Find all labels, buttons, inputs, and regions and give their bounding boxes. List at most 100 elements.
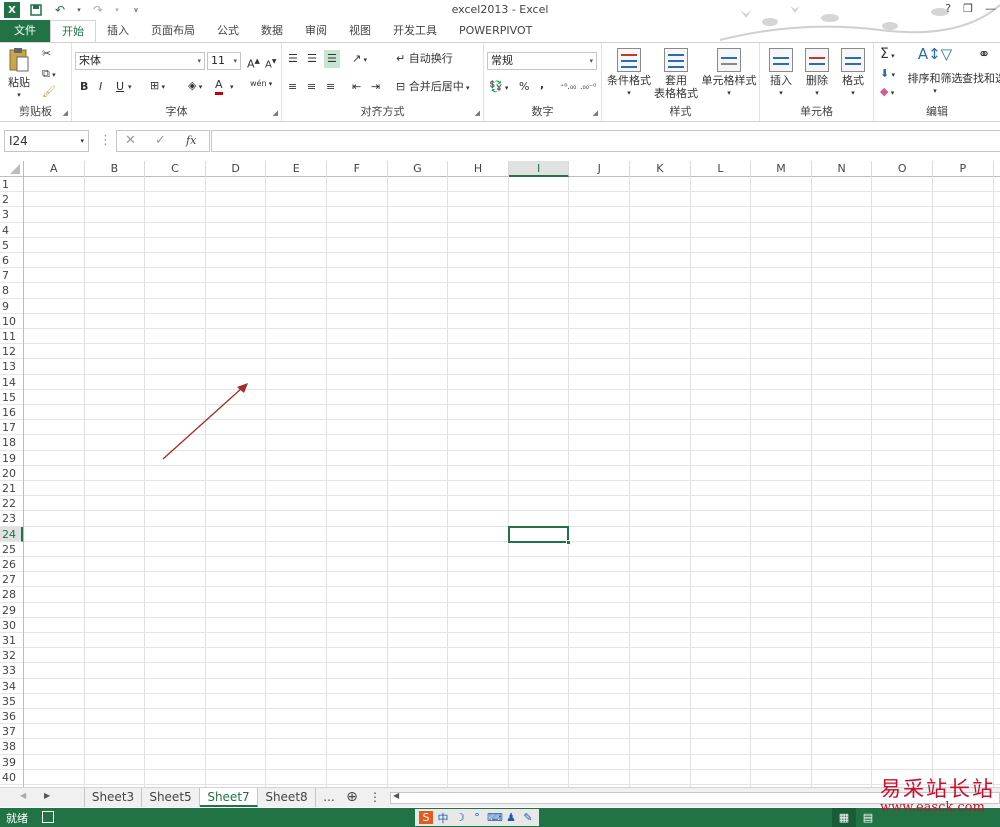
- cells-area[interactable]: [24, 177, 1000, 787]
- row-header-20[interactable]: 20: [0, 466, 23, 481]
- tab-review[interactable]: 审阅: [294, 20, 338, 42]
- tab-powerpivot[interactable]: POWERPIVOT: [448, 20, 543, 42]
- page-layout-view-icon[interactable]: ▤: [856, 808, 880, 827]
- row-header-17[interactable]: 17: [0, 420, 23, 436]
- format-as-table-button[interactable]: 套用 表格格式: [654, 48, 698, 100]
- row-header-8[interactable]: 8: [0, 283, 23, 299]
- insert-function-icon[interactable]: fx: [186, 134, 196, 147]
- sheet-tab-sheet8[interactable]: Sheet8: [258, 788, 316, 807]
- add-sheet-icon[interactable]: ⊕: [342, 788, 362, 807]
- fill-handle[interactable]: [566, 539, 572, 545]
- merge-center-button[interactable]: ⊟ 合并后居中 ▾: [396, 80, 469, 95]
- row-header-39[interactable]: 39: [0, 755, 23, 770]
- column-header-e[interactable]: E: [266, 161, 327, 177]
- row-header-21[interactable]: 21: [0, 481, 23, 497]
- row-header-19[interactable]: 19: [0, 451, 23, 466]
- row-header-15[interactable]: 15: [0, 390, 23, 405]
- column-header-m[interactable]: M: [751, 161, 812, 177]
- column-header-g[interactable]: G: [388, 161, 449, 177]
- cell-styles-button[interactable]: 单元格样式 ▾: [700, 48, 758, 100]
- row-header-34[interactable]: 34: [0, 679, 23, 694]
- column-header-b[interactable]: B: [85, 161, 146, 177]
- column-header-d[interactable]: D: [206, 161, 267, 177]
- row-header-25[interactable]: 25: [0, 542, 23, 557]
- row-header-16[interactable]: 16: [0, 405, 23, 421]
- paste-button[interactable]: 粘贴 ▾: [4, 47, 34, 102]
- number-launcher-icon[interactable]: ◢: [593, 109, 598, 117]
- number-format-dropdown[interactable]: 常规 ▾: [487, 52, 597, 70]
- normal-view-icon[interactable]: ▦: [832, 808, 856, 827]
- clear-icon[interactable]: ◆ ▾: [880, 85, 894, 100]
- row-header-37[interactable]: 37: [0, 724, 23, 740]
- autosum-button[interactable]: Σ ▾: [880, 47, 895, 63]
- column-header-k[interactable]: K: [630, 161, 691, 177]
- more-sheets-button[interactable]: ...: [318, 788, 340, 807]
- column-header-o[interactable]: O: [872, 161, 933, 177]
- row-header-28[interactable]: 28: [0, 587, 23, 603]
- fill-color-icon[interactable]: ◈ ▾: [188, 79, 202, 94]
- decrease-decimal-icon[interactable]: .₀₀⁻⁰: [580, 80, 596, 94]
- copy-icon[interactable]: ⧉ ▾: [42, 67, 56, 82]
- row-header-9[interactable]: 9: [0, 299, 23, 314]
- row-header-26[interactable]: 26: [0, 557, 23, 573]
- row-header-29[interactable]: 29: [0, 603, 23, 618]
- row-header-30[interactable]: 30: [0, 618, 23, 633]
- row-header-3[interactable]: 3: [0, 207, 23, 223]
- align-bottom-icon[interactable]: ☰: [324, 50, 340, 68]
- ime-moon-icon[interactable]: ☽: [453, 811, 467, 824]
- row-header-32[interactable]: 32: [0, 648, 23, 664]
- formula-input[interactable]: [211, 130, 1000, 152]
- column-header-p[interactable]: P: [933, 161, 994, 177]
- insert-cells-button[interactable]: 插入 ▾: [764, 48, 798, 100]
- row-header-4[interactable]: 4: [0, 223, 23, 238]
- increase-indent-icon[interactable]: ⇥: [371, 80, 380, 94]
- decrease-indent-icon[interactable]: ⇤: [352, 80, 361, 94]
- row-header-10[interactable]: 10: [0, 314, 23, 329]
- row-header-31[interactable]: 31: [0, 633, 23, 649]
- column-header-i[interactable]: I: [508, 161, 570, 177]
- align-middle-icon[interactable]: ☰: [307, 52, 317, 66]
- wrap-text-button[interactable]: ↵ 自动换行: [396, 52, 453, 66]
- row-header-2[interactable]: 2: [0, 192, 23, 208]
- prev-sheet-icon[interactable]: ◀: [20, 791, 26, 800]
- cut-icon[interactable]: ✂: [42, 47, 51, 61]
- tab-data[interactable]: 数据: [250, 20, 294, 42]
- column-header-j[interactable]: J: [569, 161, 630, 177]
- row-header-11[interactable]: 11: [0, 329, 23, 345]
- border-icon[interactable]: ⊞ ▾: [150, 79, 165, 94]
- column-header-f[interactable]: F: [327, 161, 388, 177]
- font-color-button[interactable]: A: [215, 78, 223, 95]
- percent-button[interactable]: %: [519, 80, 529, 94]
- next-sheet-icon[interactable]: ▶: [44, 791, 50, 800]
- tab-insert[interactable]: 插入: [96, 20, 140, 42]
- row-header-13[interactable]: 13: [0, 359, 23, 375]
- row-header-33[interactable]: 33: [0, 663, 23, 679]
- column-header-l[interactable]: L: [691, 161, 752, 177]
- scroll-left-icon[interactable]: ◀: [393, 791, 399, 800]
- tab-split-grip-icon[interactable]: ⋮: [368, 788, 382, 807]
- column-header-c[interactable]: C: [145, 161, 206, 177]
- row-header-18[interactable]: 18: [0, 435, 23, 451]
- row-header-38[interactable]: 38: [0, 739, 23, 755]
- ime-chinese-icon[interactable]: 中: [436, 810, 450, 826]
- row-header-24[interactable]: 24: [0, 526, 23, 542]
- underline-button[interactable]: U: [116, 80, 124, 94]
- bold-button[interactable]: B: [80, 80, 88, 94]
- font-color-dropdown-icon[interactable]: ▾: [230, 80, 234, 94]
- align-right-icon[interactable]: ≡: [326, 80, 335, 94]
- italic-button[interactable]: I: [99, 80, 102, 94]
- tab-page-layout[interactable]: 页面布局: [140, 20, 206, 42]
- tab-formulas[interactable]: 公式: [206, 20, 250, 42]
- column-header-n[interactable]: N: [812, 161, 873, 177]
- phonetic-icon[interactable]: wén ▾: [250, 77, 272, 91]
- row-header-27[interactable]: 27: [0, 572, 23, 588]
- row-header-22[interactable]: 22: [0, 496, 23, 512]
- sheet-tab-sheet3[interactable]: Sheet3: [84, 788, 142, 807]
- name-box[interactable]: I24 ▾: [4, 130, 89, 152]
- select-all-corner[interactable]: [0, 161, 24, 177]
- format-painter-icon[interactable]: 🖌: [42, 85, 56, 99]
- alignment-launcher-icon[interactable]: ◢: [475, 109, 480, 117]
- currency-icon[interactable]: 💱 ▾: [489, 80, 508, 95]
- tab-view[interactable]: 视图: [338, 20, 382, 42]
- selected-cell[interactable]: [507, 525, 572, 545]
